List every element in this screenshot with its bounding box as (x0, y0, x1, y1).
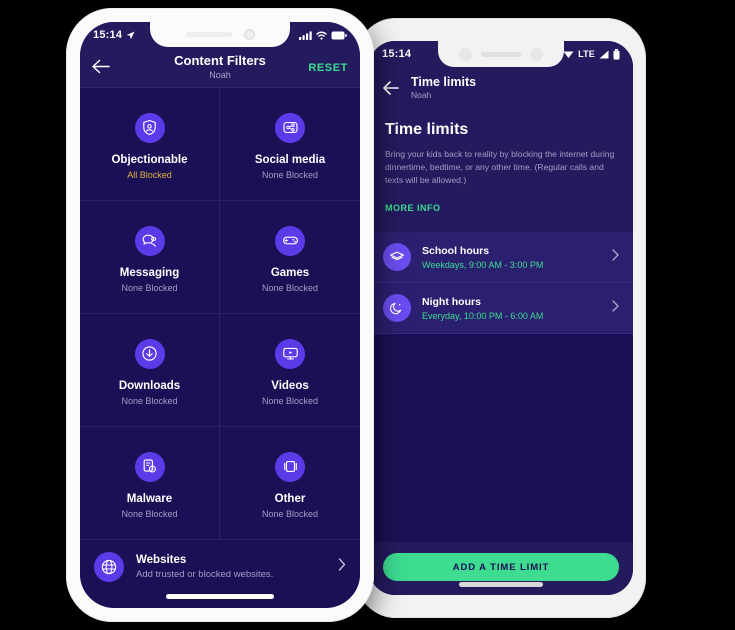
chevron-right-icon (612, 299, 619, 317)
list-item[interactable]: School hours Weekdays, 9:00 AM - 3:00 PM (369, 232, 633, 284)
chat-bubbles-icon (134, 225, 165, 256)
video-monitor-icon (275, 338, 305, 369)
back-arrow-icon[interactable] (92, 59, 110, 77)
wifi-icon (563, 50, 574, 59)
add-time-limit-button[interactable]: ADD A TIME LIMIT (383, 553, 619, 581)
filter-tile-label: Objectionable (111, 153, 188, 166)
filter-tile-status: None Blocked (261, 508, 319, 519)
gamepad-icon (275, 225, 305, 256)
time-limits-footer: ADD A TIME LIMIT (369, 542, 633, 595)
chevron-right-icon (338, 558, 346, 576)
reset-button[interactable]: RESET (308, 62, 348, 74)
filter-tile-status: None Blocked (121, 282, 178, 293)
list-item[interactable]: Night hours Everyday, 10:00 PM - 6:00 AM (369, 283, 633, 335)
time-limits-header: Time limits Noah (369, 67, 633, 109)
wifi-icon (316, 31, 327, 40)
filter-tile-other[interactable]: Other None Blocked (220, 427, 360, 540)
network-label: LTE (578, 49, 595, 59)
list-item-schedule: Weekdays, 9:00 AM - 3:00 PM (422, 259, 544, 270)
hero-description: Bring your kids back to reality by block… (385, 149, 615, 186)
status-time: 15:14 (93, 29, 123, 41)
filter-tile-label: Videos (271, 379, 309, 392)
websites-text-group: Websites Add trusted or blocked websites… (136, 554, 273, 580)
status-time: 15:14 (382, 48, 412, 60)
download-arrow-icon (134, 338, 165, 369)
share-network-icon (275, 112, 305, 143)
front-camera-secondary-icon (530, 47, 543, 61)
android-home-indicator (459, 582, 543, 587)
filter-tile-messaging[interactable]: Messaging None Blocked (80, 201, 220, 314)
filter-tile-status: All Blocked (127, 169, 172, 180)
status-left-group: 15:14 (382, 48, 411, 60)
filter-tile-status: None Blocked (121, 508, 178, 519)
websites-subtitle: Add trusted or blocked websites. (136, 569, 274, 580)
battery-icon (613, 48, 620, 60)
android-phone-frame: 15:14 LTE Time limits Noah Time limits B… (356, 18, 646, 618)
page-subtitle: Noah (209, 69, 231, 80)
chevron-right-icon (612, 248, 619, 266)
time-limits-screen: 15:14 LTE Time limits Noah Time limits B… (369, 41, 633, 595)
filter-tile-status: None Blocked (261, 395, 319, 406)
graduation-cap-icon (383, 243, 411, 272)
filter-tile-social-media[interactable]: Social media None Blocked (220, 88, 360, 201)
filter-tile-status: None Blocked (121, 395, 178, 406)
page-title: Content Filters (174, 52, 266, 68)
empty-space (369, 334, 633, 542)
filter-tile-label: Social media (254, 153, 326, 166)
front-camera-icon (243, 29, 255, 40)
back-arrow-icon[interactable] (383, 81, 399, 95)
time-limits-hero: Time limits Bring your kids back to real… (369, 109, 633, 233)
filter-tile-label: Downloads (118, 379, 181, 392)
front-camera-icon (459, 47, 472, 61)
cellular-bars-icon (599, 50, 609, 59)
earpiece-speaker (481, 51, 521, 57)
content-filters-screen: 15:14 Content Filters Noah RESET Objecti… (80, 22, 360, 608)
status-right-group: LTE (563, 48, 620, 60)
shield-person-icon (134, 112, 165, 143)
iphone-frame: 15:14 Content Filters Noah RESET Objecti… (66, 8, 374, 622)
malware-bug-gear-icon (134, 451, 165, 482)
battery-icon (331, 31, 347, 40)
list-item-text-group: School hours Weekdays, 9:00 AM - 3:00 PM (422, 245, 543, 270)
moon-icon (383, 294, 411, 323)
websites-title: Websites (136, 554, 187, 566)
filter-tile-objectionable[interactable]: Objectionable All Blocked (80, 88, 220, 201)
list-item-title: School hours (422, 244, 490, 257)
list-item-schedule: Everyday, 10:00 PM - 6:00 AM (422, 310, 544, 321)
filter-tile-videos[interactable]: Videos None Blocked (220, 314, 360, 427)
filter-tile-games[interactable]: Games None Blocked (220, 201, 360, 314)
filter-tile-malware[interactable]: Malware None Blocked (80, 427, 220, 540)
websites-row[interactable]: Websites Add trusted or blocked websites… (80, 540, 360, 594)
hero-title: Time limits (385, 121, 469, 138)
globe-icon (94, 552, 124, 582)
more-info-link[interactable]: MORE INFO (385, 203, 441, 213)
layers-square-icon (275, 451, 305, 482)
list-item-text-group: Night hours Everyday, 10:00 PM - 6:00 AM (422, 296, 543, 321)
iphone-notch (150, 22, 290, 47)
location-arrow-icon (126, 31, 135, 40)
filter-tile-label: Games (270, 266, 310, 279)
list-item-title: Night hours (422, 295, 481, 308)
content-filter-grid: Objectionable All Blocked Social media N… (80, 88, 360, 540)
time-limits-body: Time limits Noah Time limits Bring your … (369, 67, 633, 595)
filter-tile-status: None Blocked (261, 169, 319, 180)
android-notch (438, 41, 564, 67)
status-right-group (299, 30, 347, 40)
header-subtitle: Noah (411, 89, 432, 100)
filter-tile-label: Malware (126, 492, 173, 505)
status-left-group: 15:14 (93, 29, 135, 41)
filter-tile-status: None Blocked (261, 282, 319, 293)
earpiece-speaker (185, 32, 232, 37)
content-filters-header: Content Filters Noah RESET (80, 48, 360, 88)
time-limits-list: School hours Weekdays, 9:00 AM - 3:00 PM… (369, 232, 633, 335)
filter-tile-label: Other (274, 492, 306, 505)
filter-tile-label: Messaging (119, 266, 180, 279)
header-text-group: Time limits Noah (411, 75, 476, 102)
cellular-bars-icon (299, 30, 312, 40)
ios-home-indicator (166, 594, 274, 599)
filter-tile-downloads[interactable]: Downloads None Blocked (80, 314, 220, 427)
header-title: Time limits (411, 74, 477, 89)
screenshot-stage: 15:14 LTE Time limits Noah Time limits B… (0, 0, 735, 630)
